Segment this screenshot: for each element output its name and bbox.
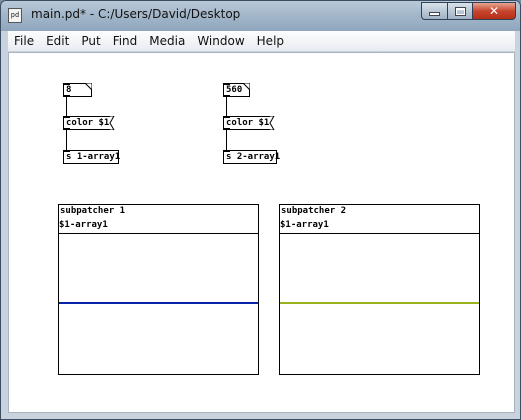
menu-help[interactable]: Help — [251, 31, 290, 51]
patch-cord — [66, 97, 67, 116]
subpatcher-1-array-label: $1-array1 — [59, 220, 108, 230]
menu-put[interactable]: Put — [75, 31, 106, 51]
menu-file[interactable]: File — [8, 31, 40, 51]
message-box-1[interactable]: color $1 — [63, 116, 115, 130]
array-plot-line-1[interactable] — [59, 302, 258, 304]
minimize-button[interactable] — [421, 2, 447, 20]
subpatcher-2-graph[interactable]: subpatcher 2 $1-array1 — [279, 204, 480, 375]
message-box-2[interactable]: color $1 — [223, 116, 275, 130]
maximize-button[interactable] — [447, 2, 472, 20]
pd-app-icon: pd — [8, 8, 22, 23]
menu-media[interactable]: Media — [143, 31, 191, 51]
window-title: main.pd* - C:/Users/David/Desktop — [31, 7, 241, 21]
inlet — [223, 83, 230, 85]
number-box-2-value: 560 — [226, 85, 243, 95]
message-box-flag — [269, 116, 275, 130]
pd-main-window: pd main.pd* - C:/Users/David/Desktop ✕ F… — [0, 0, 521, 420]
send-object-2[interactable]: s 2-array1 — [223, 150, 281, 164]
inlet — [223, 150, 230, 152]
menu-edit[interactable]: Edit — [40, 31, 75, 51]
inlet — [63, 116, 70, 118]
menu-window[interactable]: Window — [191, 31, 250, 51]
subpatcher-2-array-label: $1-array1 — [280, 220, 329, 230]
menu-find[interactable]: Find — [107, 31, 144, 51]
patch-canvas[interactable]: 8 color $1 s 1-array1 560 color $1 s 2-a… — [8, 52, 515, 413]
message-box-flag — [109, 116, 115, 130]
subpatcher-2-name: subpatcher 2 — [281, 206, 347, 216]
subpatcher-1-name: subpatcher 1 — [60, 206, 126, 216]
patch-cord — [226, 130, 227, 151]
send-object-1-label: s 1-array1 — [66, 152, 121, 162]
close-button[interactable]: ✕ — [472, 2, 516, 20]
close-icon: ✕ — [488, 4, 500, 18]
minimize-icon — [430, 13, 439, 15]
maximize-icon — [455, 7, 465, 15]
number-box-corner — [85, 83, 92, 91]
inlet — [63, 83, 70, 85]
menu-bar: File Edit Put Find Media Window Help — [8, 31, 515, 52]
number-box-1-value: 8 — [66, 85, 72, 95]
subpatcher-1-graph[interactable]: subpatcher 1 $1-array1 — [58, 204, 259, 375]
message-box-2-label: color $1 — [226, 118, 270, 128]
number-box-2[interactable]: 560 — [223, 83, 250, 97]
number-box-corner — [243, 83, 250, 91]
send-object-1[interactable]: s 1-array1 — [63, 150, 121, 164]
message-box-1-label: color $1 — [66, 118, 110, 128]
array-plot-line-2[interactable] — [280, 302, 479, 304]
number-box-1[interactable]: 8 — [63, 83, 92, 97]
inlet — [223, 116, 230, 118]
patch-cord — [226, 97, 227, 116]
title-bar[interactable]: pd main.pd* - C:/Users/David/Desktop ✕ — [1, 1, 520, 31]
patch-cord — [66, 130, 67, 151]
inlet — [63, 150, 70, 152]
send-object-2-label: s 2-array1 — [226, 152, 281, 162]
